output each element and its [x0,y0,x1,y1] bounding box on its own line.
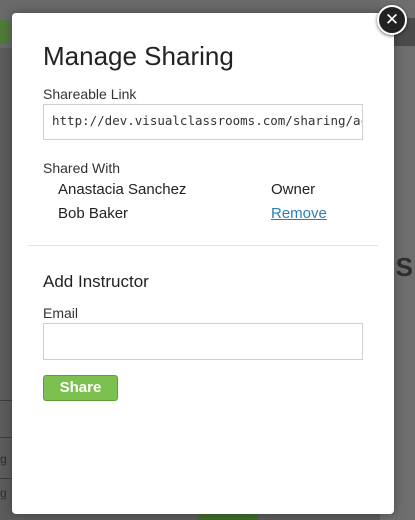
background-green-button [198,514,258,520]
share-button[interactable]: Share [43,375,118,401]
background-green-tab [0,20,10,44]
shareable-link-field[interactable]: http://dev.visualclassrooms.com/sharing/… [43,104,363,140]
add-instructor-heading: Add Instructor [43,272,149,291]
background-link-fragment: g [0,452,7,466]
remove-user-link[interactable]: Remove [271,205,327,222]
email-label: Email [43,305,79,321]
background-right-letter: S [395,252,413,282]
shared-with-label: Shared With [43,160,121,176]
email-field[interactable] [43,323,363,360]
shared-user-role: Owner [271,181,316,198]
manage-sharing-modal: Manage Sharing Shareable Link http://dev… [12,13,394,514]
section-divider [28,245,378,246]
modal-title: Manage Sharing [43,41,234,71]
shared-user-name: Anastacia Sanchez [58,181,187,198]
shareable-link-label: Shareable Link [43,86,137,102]
background-link-fragment: g [0,486,7,500]
close-icon[interactable]: ✕ [377,5,407,35]
shared-user-name: Bob Baker [58,205,129,222]
